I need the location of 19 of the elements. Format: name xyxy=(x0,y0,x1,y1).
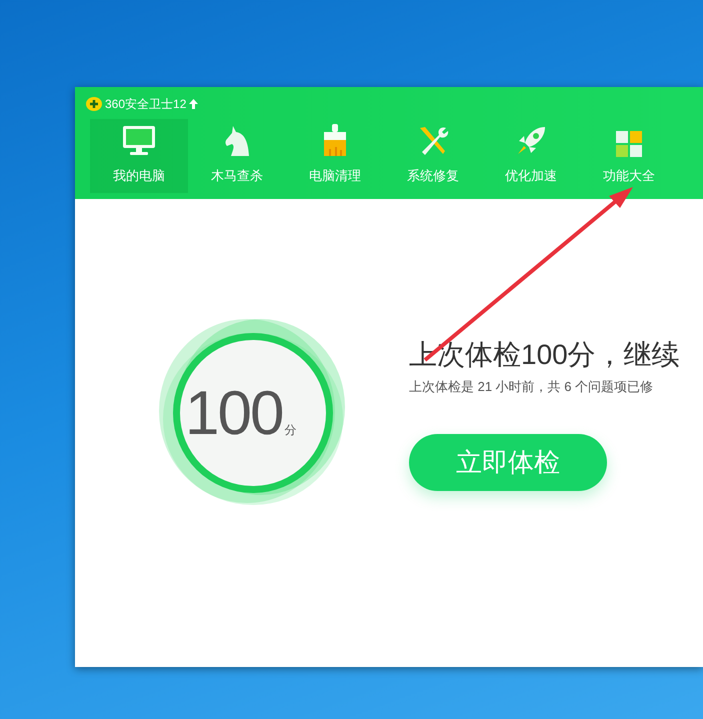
score-number: 100 xyxy=(185,383,282,445)
brush-icon xyxy=(321,123,349,157)
up-arrow-icon[interactable] xyxy=(189,99,198,109)
nav-tab[interactable]: 功能大全 xyxy=(580,119,678,193)
score-unit: 分 xyxy=(284,422,296,439)
nav-tab[interactable]: 木马查杀 xyxy=(188,119,286,193)
nav-tab[interactable]: 电脑清理 xyxy=(286,119,384,193)
nav-tab[interactable]: 我的电脑 xyxy=(90,119,188,193)
nav-tab[interactable]: 系统修复 xyxy=(384,119,482,193)
horse-head-icon xyxy=(223,125,251,157)
window-title: 360安全卫士12 xyxy=(105,96,186,112)
nav-tab[interactable]: 优化加速 xyxy=(482,119,580,193)
check-now-button[interactable]: 立即体检 xyxy=(409,434,607,490)
rocket-icon xyxy=(515,125,547,157)
wrench-screwdriver-icon xyxy=(417,125,449,157)
last-check-info: 上次体检是 21 小时前，共 6 个问题项已修 xyxy=(409,378,654,396)
grid-icon xyxy=(616,131,642,157)
monitor-icon xyxy=(122,125,156,157)
plus-logo-icon xyxy=(86,97,102,111)
